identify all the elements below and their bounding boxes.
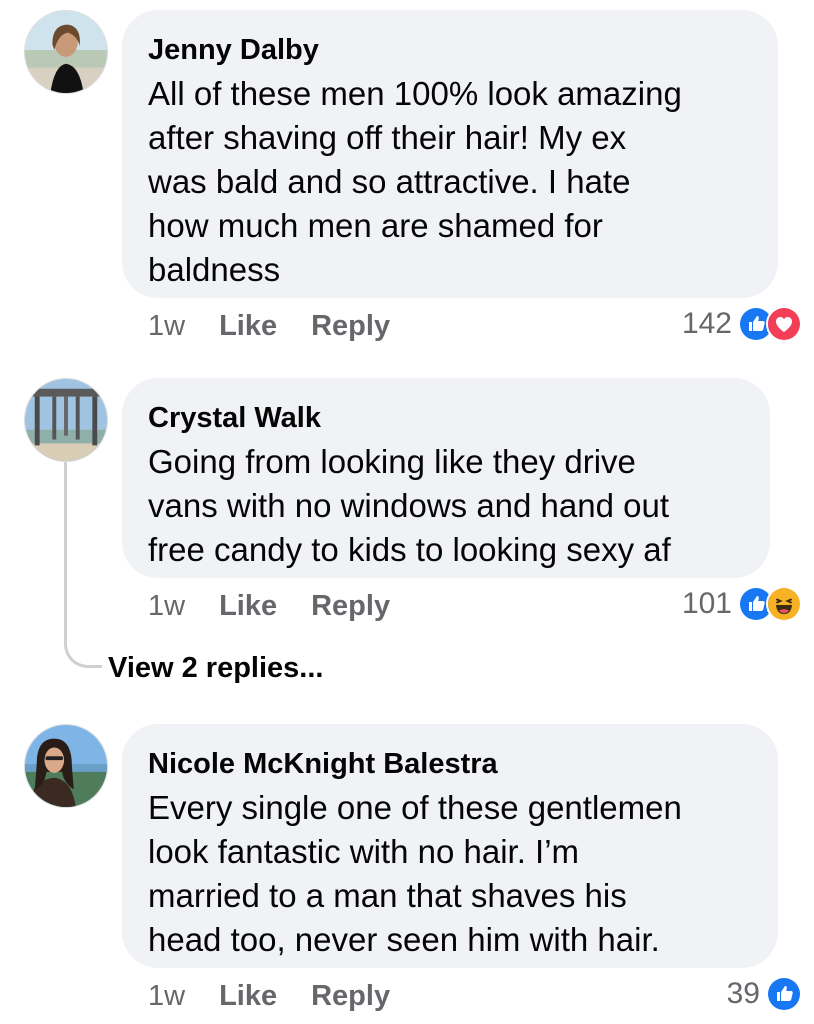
comment-text-line: baldness [148,251,281,288]
comment-timestamp[interactable]: 1w [148,590,185,623]
love-icon [766,306,802,342]
profile-photo [25,11,107,93]
comment-text-line: Going from looking like they drive [148,443,636,480]
avatar[interactable] [24,724,108,808]
reaction-summary[interactable]: 39 [727,976,802,1012]
comment-text-line: head too, never seen him with hair. [148,921,660,958]
like-button[interactable]: Like [219,310,277,343]
comment-timestamp[interactable]: 1w [148,310,185,343]
reaction-summary[interactable]: 142 [682,306,802,342]
comment-bubble: Crystal Walk Going from looking like the… [122,378,770,578]
like-icon [766,976,802,1012]
comment-text: Every single one of these gentlemen look… [148,786,752,962]
comment-text-line: how much men are shamed for [148,207,603,244]
comment-actions: 1w Like Reply [148,310,390,343]
comment-author[interactable]: Jenny Dalby [148,32,752,68]
like-button[interactable]: Like [219,980,277,1013]
reply-button[interactable]: Reply [311,590,390,623]
comment-text-line: Every single one of these gentlemen [148,789,682,826]
comment-actions: 1w Like Reply [148,590,390,623]
like-button[interactable]: Like [219,590,277,623]
comment-text-line: vans with no windows and hand out [148,487,670,524]
comment-text-line: look fantastic with no hair. I’m [148,833,580,870]
comment-bubble: Nicole McKnight Balestra Every single on… [122,724,778,968]
comment-timestamp[interactable]: 1w [148,980,185,1013]
avatar[interactable] [24,10,108,94]
comment-author[interactable]: Nicole McKnight Balestra [148,746,752,782]
comment-text-line: after shaving off their hair! My ex [148,119,627,156]
thread-connector [64,462,102,668]
comment-text-line: was bald and so attractive. I hate [148,163,631,200]
reply-button[interactable]: Reply [311,310,390,343]
comment-actions: 1w Like Reply [148,980,390,1013]
reaction-count: 142 [681,307,732,340]
reply-button[interactable]: Reply [311,980,390,1013]
avatar[interactable] [24,378,108,462]
haha-icon [766,586,802,622]
view-replies-link[interactable]: View 2 replies... [108,652,323,685]
profile-photo [25,379,107,461]
reaction-count: 101 [681,587,732,620]
comment-text-line: All of these men 100% look amazing [148,75,682,112]
profile-photo [25,725,107,807]
reaction-summary[interactable]: 101 [682,586,802,622]
comment-bubble: Jenny Dalby All of these men 100% look a… [122,10,778,298]
reaction-count: 39 [726,977,760,1010]
comment-text: Going from looking like they drive vans … [148,440,744,572]
comment-text: All of these men 100% look amazing after… [148,72,752,292]
comment-author[interactable]: Crystal Walk [148,400,744,436]
comment-text-line: married to a man that shaves his [148,877,627,914]
comment-text-line: free candy to kids to looking sexy af [148,531,671,568]
